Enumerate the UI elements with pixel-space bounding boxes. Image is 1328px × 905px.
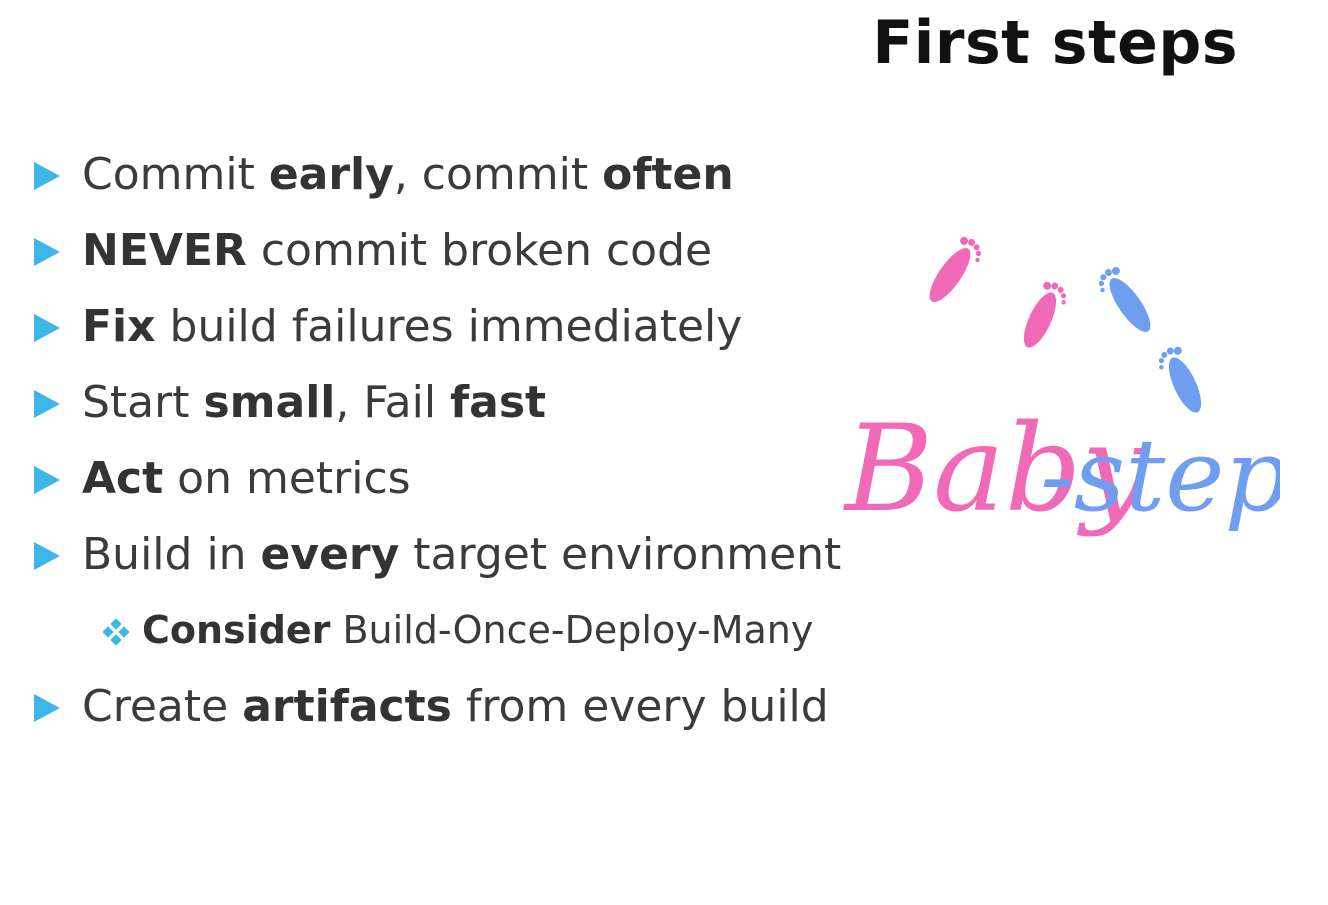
baby-footprints-icon (929, 236, 1202, 413)
bullet-text-regular: target environment (399, 528, 842, 580)
diamond-bullet-icon (102, 618, 130, 646)
bullet-text-bold: every (260, 528, 400, 580)
bullet-text-bold: Fix (82, 300, 156, 352)
bullet-text-bold: NEVER (82, 224, 247, 276)
bullet-text: Fix build failures immediately (82, 301, 742, 352)
bullet-text-bold: early (268, 148, 394, 200)
bullet-text-regular: Create (82, 680, 243, 732)
bullet-item: Act on metrics (34, 440, 834, 516)
bullet-text: Consider Build-Once-Deploy-Many (142, 608, 813, 652)
logo-text-steps: -steps (1040, 417, 1280, 534)
bullet-text-regular: commit broken code (246, 224, 713, 276)
bullet-item: NEVER commit broken code (34, 212, 834, 288)
bullet-text: Create artifacts from every build (82, 681, 829, 732)
bullet-item: Commit early, commit often (34, 136, 834, 212)
bullet-text-bold: often (602, 148, 734, 200)
sub-bullet-item: Consider Build-Once-Deploy-Many (34, 592, 834, 668)
triangle-bullet-icon (34, 238, 60, 266)
triangle-bullet-icon (34, 542, 60, 570)
bullet-text: Act on metrics (82, 453, 411, 504)
bullet-text-regular: Build-Once-Deploy-Many (330, 608, 814, 652)
bullet-text: NEVER commit broken code (82, 225, 712, 276)
slide-title: First steps (872, 8, 1238, 78)
bullet-item: Fix build failures immediately (34, 288, 834, 364)
bullet-text-regular: from every build (451, 680, 829, 732)
bullet-text: Commit early, commit often (82, 149, 734, 200)
bullet-item: Create artifacts from every build (34, 668, 834, 744)
bullet-text-bold: small (203, 376, 336, 428)
bullet-text: Build in every target environment (82, 529, 841, 580)
bullet-text-regular: Commit (82, 148, 269, 200)
bullet-item: Start small, Fail fast (34, 364, 834, 440)
bullet-text-bold: artifacts (242, 680, 452, 732)
bullet-item: Build in every target environment (34, 516, 841, 592)
triangle-bullet-icon (34, 314, 60, 342)
bullet-text: Start small, Fail fast (82, 377, 546, 428)
triangle-bullet-icon (34, 390, 60, 418)
triangle-bullet-icon (34, 694, 60, 722)
triangle-bullet-icon (34, 162, 60, 190)
bullet-text-regular: , Fail (335, 376, 451, 428)
bullet-list: Commit early, commit often NEVER commit b… (34, 136, 841, 744)
baby-steps-logo: Baby -steps (843, 236, 1280, 539)
bullet-text-bold: Consider (142, 608, 331, 652)
triangle-bullet-icon (34, 466, 60, 494)
bullet-text-bold: Act (82, 452, 164, 504)
bullet-text-regular: , commit (393, 148, 603, 200)
bullet-text-bold: fast (450, 376, 547, 428)
bullet-text-regular: Build in (82, 528, 261, 580)
bullet-text-regular: on metrics (163, 452, 411, 504)
bullet-text-regular: build failures immediately (155, 300, 743, 352)
bullet-text-regular: Start (82, 376, 204, 428)
